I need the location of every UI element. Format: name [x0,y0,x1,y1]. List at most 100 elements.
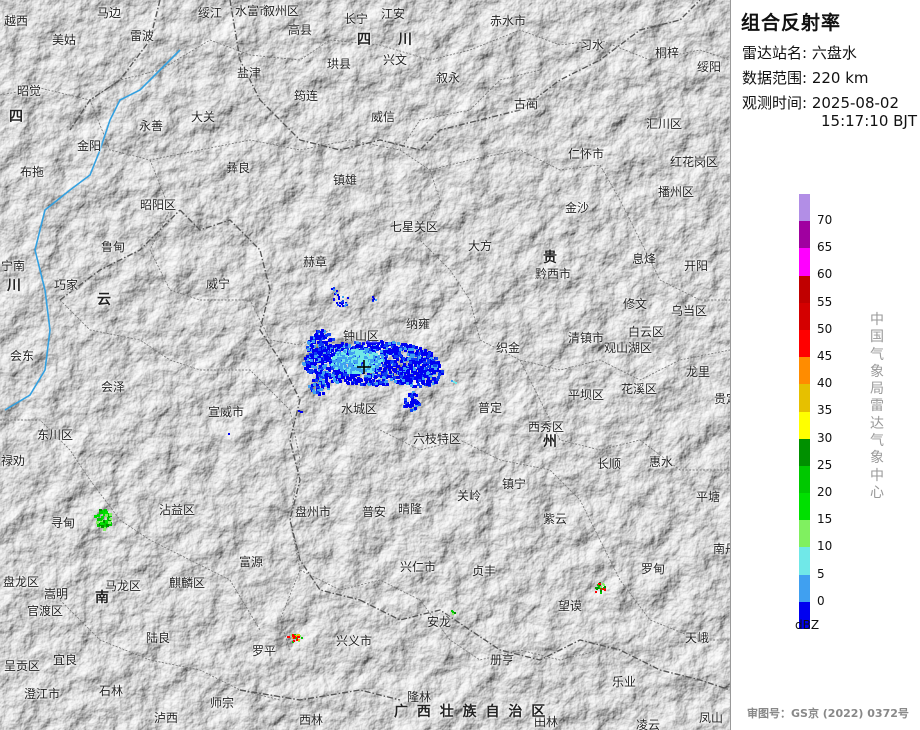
echo-pixel [435,357,438,360]
legend-swatch [799,248,810,276]
echo-pixel [418,379,421,382]
echo-pixel [356,380,359,383]
echo-pixel [376,366,379,369]
echo-pixel [336,381,339,384]
echo-pixel [312,340,315,343]
echo-pixel [366,362,369,365]
echo-pixel [103,528,106,531]
echo-pixel [367,370,370,373]
place-label: 凌云 [636,718,661,730]
radar-map[interactable]: 越西 马边 绥江 水富市 叙州区 高县 长宁 江安 赤水市 美姑 雷波 珙县 兴文 习水 桐梓 绥阳 盐津 叙永昭… [0,0,730,730]
place-label: 禄劝 [1,454,26,468]
legend-swatch [799,574,810,602]
place-label: 花溪区 [621,382,658,396]
echo-pixel [327,357,330,360]
echo-pixel [338,298,340,300]
echo-pixel [451,380,453,382]
echo-pixel [441,370,444,373]
place-label: 观山湖区 [604,341,653,355]
legend-label: 0 [817,593,825,608]
echo-pixel [350,375,353,378]
echo-pixel [597,587,599,589]
place-label: 习水 [580,38,605,52]
echo-pixel [409,361,412,364]
place-label: 织金 [496,341,521,355]
echo-pixel [603,584,605,586]
echo-pixel [436,378,439,381]
place-label: 凤山 [699,711,724,725]
echo-pixel [390,378,393,381]
echo-pixel [348,345,351,348]
echo-pixel [333,287,335,289]
echo-pixel [321,329,324,332]
place-label: 安龙 [427,615,452,629]
place-label: 西林 [299,713,324,727]
approval-number: 审图号：GS京 (2022) 0372号 [747,707,909,720]
legend-label: 55 [817,294,833,309]
place-label: 威信 [371,110,396,124]
echo-pixel [326,382,329,385]
legend-swatch [799,221,810,249]
place-label: 汇川区 [646,117,683,131]
echo-pixel [408,404,411,407]
echo-pixel [438,364,441,367]
echo-pixel [387,375,390,378]
echo-pixel [600,592,602,594]
place-label: 麒麟区 [169,576,206,590]
echo-pixel [365,359,368,362]
echo-pixel [388,342,391,345]
place-label: 泸西 [154,711,179,725]
echo-pixel [327,351,330,354]
legend-swatch [799,302,810,330]
echo-pixel [354,357,357,360]
echo-pixel [312,379,315,382]
legend-swatch [799,465,810,494]
place-label: 惠水 [649,455,674,469]
place-label: 石林 [99,684,124,698]
echo-pixel [296,639,298,641]
place-label: 叙永 [436,71,461,85]
echo-pixel [99,511,102,514]
time-date: 2025-08-02 [811,94,900,112]
map-canvas [0,0,730,730]
echo-pixel [411,348,414,351]
echo-pixel [375,346,378,349]
echo-pixel [322,392,325,395]
echo-pixel [413,393,416,396]
place-label: 宁南 [1,259,26,273]
echo-pixel [394,355,397,358]
echo-pixel [426,372,429,375]
place-label: 平塘 [696,490,721,504]
legend-swatch [799,520,810,548]
echo-pixel [380,340,383,343]
place-label: 乌当区 [671,304,708,318]
color-legend [799,194,810,629]
range-key: 数据范围: [742,69,808,87]
echo-pixel [396,358,399,361]
echo-pixel [419,347,422,350]
echo-pixel [311,345,314,348]
place-label: 纳雍 [406,317,431,331]
echo-pixel [604,589,606,591]
place-label: 沾益区 [159,503,196,517]
place-label: 贵定 [714,392,730,406]
echo-pixel [414,372,417,375]
echo-pixel [349,352,352,355]
echo-pixel [399,348,402,351]
legend-label: 20 [817,485,833,499]
echo-pixel [379,381,382,384]
echo-pixel [604,586,606,588]
echo-pixel [298,410,300,412]
station-row: 雷达站名: 六盘水 [742,42,857,63]
place-label: 钟山区 [343,329,380,343]
legend-label: 50 [817,321,833,336]
echo-pixel [337,357,340,360]
place-label: 普安 [362,505,387,519]
echo-pixel [375,353,378,356]
legend-swatch [799,438,810,466]
echo-pixel [386,383,389,386]
echo-pixel [293,640,295,642]
place-label: 普定 [478,401,503,415]
echo-pixel [94,515,97,518]
place-label: 陆良 [146,631,171,645]
